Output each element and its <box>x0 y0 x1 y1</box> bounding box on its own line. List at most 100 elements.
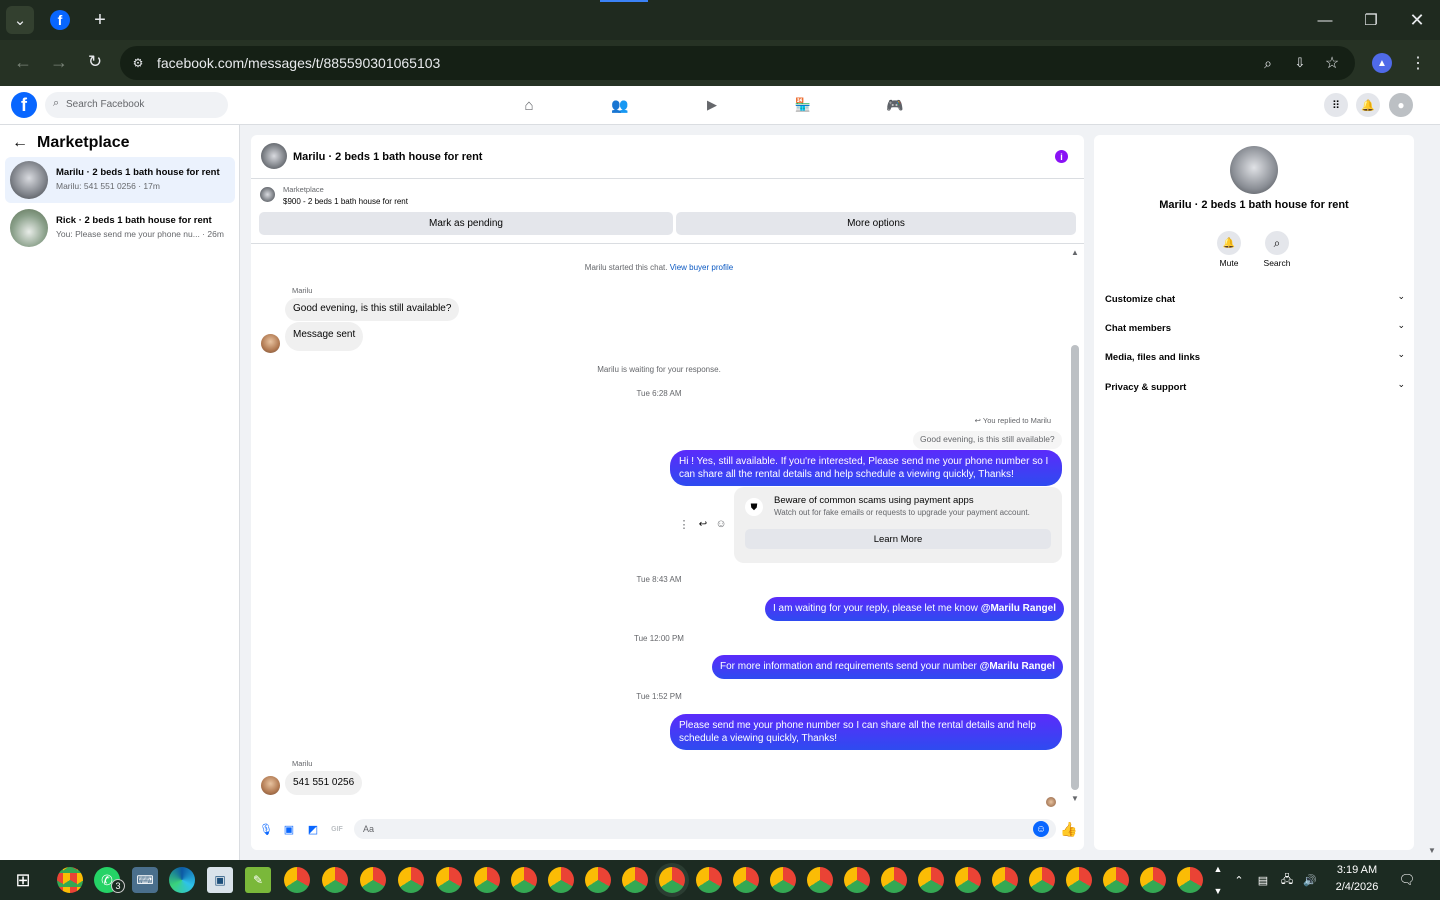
url-text[interactable]: facebook.com/messages/t/885590301065103 <box>157 55 440 71</box>
chrome-profile-icon[interactable] <box>918 867 944 893</box>
bookmark-star-icon[interactable]: ☆ <box>1322 53 1342 73</box>
marketplace-icon[interactable]: 🏪 <box>789 94 817 116</box>
zoom-icon[interactable]: ⌕ <box>1258 53 1278 73</box>
outgoing-message[interactable]: Please send me your phone number so I ca… <box>670 714 1062 750</box>
scroll-down-arrow[interactable]: ▼ <box>1069 793 1081 803</box>
browser-menu-button[interactable]: ⋮ <box>1408 53 1428 73</box>
more-options-button[interactable]: More options <box>676 212 1076 235</box>
tray-overflow-icon[interactable]: ⌃ <box>1231 871 1247 889</box>
chrome-profile-icon[interactable] <box>1140 867 1166 893</box>
incoming-message[interactable]: Good evening, is this still available? <box>285 298 460 321</box>
install-app-icon[interactable]: ⇩ <box>1290 53 1310 73</box>
tray-meet-icon[interactable]: ▤ <box>1255 871 1271 889</box>
section-privacy-support[interactable]: Privacy & support ⌄ <box>1105 377 1405 393</box>
like-thumb-icon[interactable]: 👍 <box>1060 820 1078 838</box>
taskbar-scroll-up-icon[interactable]: ▲ <box>1212 862 1224 876</box>
chrome-profile-icon[interactable] <box>322 867 348 893</box>
reload-button[interactable]: ↻ <box>82 48 108 76</box>
chrome-profile-icon[interactable] <box>844 867 870 893</box>
incoming-message[interactable]: Message sent <box>285 322 364 351</box>
search-box[interactable]: ⌕ Search Facebook <box>45 92 228 118</box>
home-icon[interactable]: ⌂ <box>515 94 543 116</box>
mark-pending-button[interactable]: Mark as pending <box>259 212 673 235</box>
friends-icon[interactable]: 👥 <box>606 94 634 116</box>
microphone-icon[interactable]: 🎙 <box>259 821 273 837</box>
page-scroll-down-arrow[interactable]: ▼ <box>1426 845 1438 855</box>
notifications-icon[interactable]: 🔔 <box>1356 93 1380 117</box>
reply-action-icon[interactable]: ↩ <box>696 517 710 531</box>
chrome-profile-icon[interactable] <box>1177 867 1203 893</box>
chrome-profile-icon[interactable] <box>881 867 907 893</box>
chrome-profile-icon[interactable] <box>360 867 386 893</box>
back-arrow-icon[interactable]: ← <box>10 134 30 152</box>
chrome-profile-icon[interactable] <box>585 867 611 893</box>
site-info-icon[interactable]: ⚙ <box>128 53 148 73</box>
incoming-message[interactable]: 541 551 0256 <box>285 771 363 795</box>
photo-icon[interactable]: ▣ <box>282 821 296 837</box>
chrome-profile-icon[interactable] <box>770 867 796 893</box>
edge-icon[interactable] <box>169 867 195 893</box>
scrollbar-thumb[interactable] <box>1071 345 1079 790</box>
section-customize-chat[interactable]: Customize chat ⌄ <box>1105 289 1405 305</box>
start-windows-icon[interactable]: ⊞ <box>10 868 36 892</box>
chrome-profile-icon[interactable] <box>733 867 759 893</box>
chrome-profile-icon[interactable] <box>696 867 722 893</box>
chrome-profile-icon[interactable] <box>511 867 537 893</box>
emoji-icon[interactable]: ☺ <box>1033 821 1049 837</box>
search-chat-icon[interactable]: ⌕ <box>1265 231 1289 255</box>
gif-icon[interactable]: GIF <box>330 821 344 837</box>
learn-more-button[interactable]: Learn More <box>745 529 1051 549</box>
clock-time[interactable]: 3:19 AM <box>1332 864 1382 876</box>
network-icon[interactable]: 🖧 <box>1279 871 1295 889</box>
chat-header-avatar[interactable] <box>261 143 287 169</box>
chrome-profile-icon[interactable] <box>436 867 462 893</box>
section-media-files-links[interactable]: Media, files and links ⌄ <box>1105 347 1405 363</box>
outgoing-message[interactable]: I am waiting for your reply, please let … <box>765 597 1065 621</box>
forward-button[interactable]: → <box>46 48 72 76</box>
close-window-button[interactable]: ✕ <box>1402 6 1432 34</box>
address-bar[interactable]: ⚙ facebook.com/messages/t/88559030106510… <box>120 46 1355 80</box>
chrome-profile-icon[interactable] <box>474 867 500 893</box>
clock-date[interactable]: 2/4/2026 <box>1328 881 1386 893</box>
listing-title[interactable]: $900 - 2 beds 1 bath house for rent <box>283 197 408 206</box>
mention-tag[interactable]: @Marilu Rangel <box>981 603 1056 614</box>
chrome-active-window-icon[interactable] <box>659 867 685 893</box>
conversation-item-marilu[interactable]: Marilu · 2 beds 1 bath house for rent Ma… <box>5 157 235 203</box>
facebook-logo[interactable]: f <box>11 92 37 118</box>
tab-list-button[interactable]: ⌄ <box>6 6 34 34</box>
chrome-app-icon[interactable] <box>57 867 83 893</box>
restore-button[interactable]: ❐ <box>1356 6 1386 34</box>
video-icon[interactable]: ▶ <box>698 94 726 116</box>
react-icon[interactable]: ☺ <box>714 517 728 531</box>
sender-avatar[interactable] <box>261 776 280 795</box>
new-tab-button[interactable]: + <box>88 8 112 32</box>
message-input[interactable]: Aa ☺ <box>354 819 1056 839</box>
outgoing-message[interactable]: Hi ! Yes, still available. If you're int… <box>670 450 1062 486</box>
view-buyer-profile-link[interactable]: View buyer profile <box>670 263 733 272</box>
listing-photo[interactable] <box>1230 146 1278 194</box>
menu-grid-icon[interactable]: ⠿ <box>1324 93 1348 117</box>
contacts-app-icon[interactable]: ▣ <box>207 867 233 893</box>
chrome-profile-icon[interactable] <box>955 867 981 893</box>
chrome-profile-icon[interactable] <box>398 867 424 893</box>
more-actions-icon[interactable]: ⋮ <box>678 517 690 531</box>
mention-tag[interactable]: @Marilu Rangel <box>980 661 1055 672</box>
chat-title[interactable]: Marilu · 2 beds 1 bath house for rent <box>293 151 482 163</box>
chrome-profile-icon[interactable] <box>1029 867 1055 893</box>
taskbar-scroll-down-icon[interactable]: ▼ <box>1212 884 1224 898</box>
quoted-message[interactable]: Good evening, is this still available? <box>913 431 1062 449</box>
chrome-profile-icon[interactable] <box>622 867 648 893</box>
notification-center-icon[interactable]: 🗨 <box>1398 871 1416 889</box>
chrome-profile-icon[interactable] <box>992 867 1018 893</box>
facebook-tab-icon[interactable]: f <box>50 10 70 30</box>
chrome-profile-icon[interactable] <box>807 867 833 893</box>
keyboard-app-icon[interactable]: ⌨ <box>132 867 158 893</box>
chrome-profile-icon[interactable] <box>1066 867 1092 893</box>
gaming-icon[interactable]: 🎮 <box>881 94 909 116</box>
info-icon[interactable]: i <box>1055 150 1068 163</box>
notes-app-icon[interactable]: ✎ <box>245 867 271 893</box>
listing-avatar[interactable] <box>260 187 275 202</box>
profile-avatar-button[interactable]: ▲ <box>1372 53 1392 73</box>
section-chat-members[interactable]: Chat members ⌄ <box>1105 318 1405 334</box>
minimize-button[interactable]: — <box>1310 6 1340 34</box>
